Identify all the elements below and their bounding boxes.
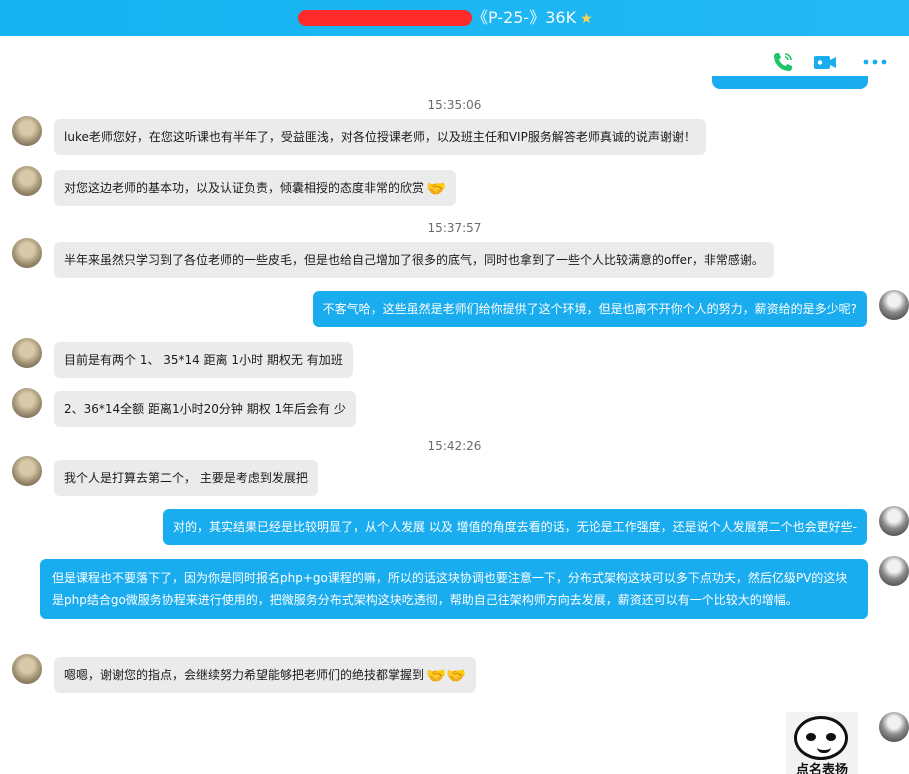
message-text: 目前是有两个 1、 35*14 距离 1小时 期权无 有加班 <box>64 353 343 367</box>
video-call-button[interactable] <box>811 48 839 76</box>
incoming-message-bubble: 2、36*14全额 距离1小时20分钟 期权 1年后会有 少 <box>54 391 356 427</box>
outgoing-message-bubble: 对的，其实结果已经是比较明显了，从个人发展 以及 增值的角度去看的话，无论是工作… <box>163 509 867 545</box>
user-avatar[interactable] <box>879 556 909 586</box>
incoming-message-bubble: 嗯嗯，谢谢您的指点，会继续努力希望能够把老师们的绝技都掌握到 🤝🤝 <box>54 657 476 693</box>
sticker-mouth <box>817 747 831 753</box>
contact-avatar[interactable] <box>12 338 42 368</box>
contact-avatar[interactable] <box>12 116 42 146</box>
contact-avatar[interactable] <box>12 238 42 268</box>
message-timestamp: 15:37:57 <box>427 221 482 235</box>
message-text: 对您这边老师的基本功，以及认证负责，倾囊相授的态度非常的欣赏 <box>64 181 425 195</box>
sticker-eye <box>826 733 836 741</box>
incoming-message-bubble: 对您这边老师的基本功，以及认证负责，倾囊相授的态度非常的欣赏 🤝 <box>54 170 456 206</box>
voice-call-button[interactable] <box>769 48 797 76</box>
phone-icon <box>774 53 792 71</box>
incoming-message-bubble: 目前是有两个 1、 35*14 距离 1小时 期权无 有加班 <box>54 342 353 378</box>
message-text: 对的，其实结果已经是比较明显了，从个人发展 以及 增值的角度去看的话，无论是工作… <box>173 520 857 534</box>
title-bar: 《P-25-》36K ★ <box>0 0 909 36</box>
message-text: 但是课程也不要落下了，因为你是同时报名php+go课程的嘛，所以的话这块协调也要… <box>52 571 848 607</box>
user-avatar[interactable] <box>879 712 909 742</box>
more-options-button[interactable] <box>861 48 889 76</box>
message-text: 半年来虽然只学习到了各位老师的一些皮毛，但是也给自己增加了很多的底气，同时也拿到… <box>64 253 764 267</box>
contact-avatar[interactable] <box>12 654 42 684</box>
panda-face-icon <box>794 716 848 760</box>
contact-avatar[interactable] <box>12 166 42 196</box>
message-text: 我个人是打算去第二个， 主要是考虑到发展把 <box>64 471 308 485</box>
user-avatar[interactable] <box>879 506 909 536</box>
chat-toolbar <box>769 44 909 80</box>
message-timestamp: 15:42:26 <box>427 439 482 453</box>
more-dots-icon <box>863 59 887 65</box>
message-text: luke老师您好，在您这听课也有半年了，受益匪浅，对各位授课老师，以及班主任和V… <box>64 130 696 144</box>
video-camera-icon <box>814 56 836 69</box>
handshake-emoji-icon: 🤝🤝 <box>426 666 466 685</box>
sticker-eye <box>806 733 816 741</box>
star-icon: ★ <box>580 11 593 27</box>
message-text: 嗯嗯，谢谢您的指点，会继续努力希望能够把老师们的绝技都掌握到 <box>64 668 425 682</box>
incoming-message-bubble: luke老师您好，在您这听课也有半年了，受益匪浅，对各位授课老师，以及班主任和V… <box>54 119 706 155</box>
message-text: 不客气哈，这些虽然是老师们给你提供了这个环境，但是也离不开你个人的努力，薪资给的… <box>322 302 857 316</box>
incoming-message-bubble: 半年来虽然只学习到了各位老师的一些皮毛，但是也给自己增加了很多的底气，同时也拿到… <box>54 242 774 278</box>
contact-avatar[interactable] <box>12 388 42 418</box>
chat-title: 《P-25-》36K ★ <box>300 0 620 37</box>
incoming-message-bubble: 我个人是打算去第二个， 主要是考虑到发展把 <box>54 460 318 496</box>
outgoing-message-bubble: 但是课程也不要落下了，因为你是同时报名php+go课程的嘛，所以的话这块协调也要… <box>40 559 868 619</box>
user-avatar[interactable] <box>879 290 909 320</box>
outgoing-message-bubble: 不客气哈，这些虽然是老师们给你提供了这个环境，但是也离不开你个人的努力，薪资给的… <box>312 291 867 327</box>
sticker-caption: 点名表扬 <box>795 763 848 774</box>
message-text: 2、36*14全额 距离1小时20分钟 期权 1年后会有 少 <box>64 402 346 416</box>
previous-message-bubble <box>712 76 868 89</box>
handshake-emoji-icon: 🤝 <box>426 179 446 198</box>
chat-title-text: 《P-25-》36K <box>472 8 577 27</box>
contact-avatar[interactable] <box>12 456 42 486</box>
sticker-image[interactable]: 点名表扬 <box>786 712 858 774</box>
message-timestamp: 15:35:06 <box>427 98 482 112</box>
